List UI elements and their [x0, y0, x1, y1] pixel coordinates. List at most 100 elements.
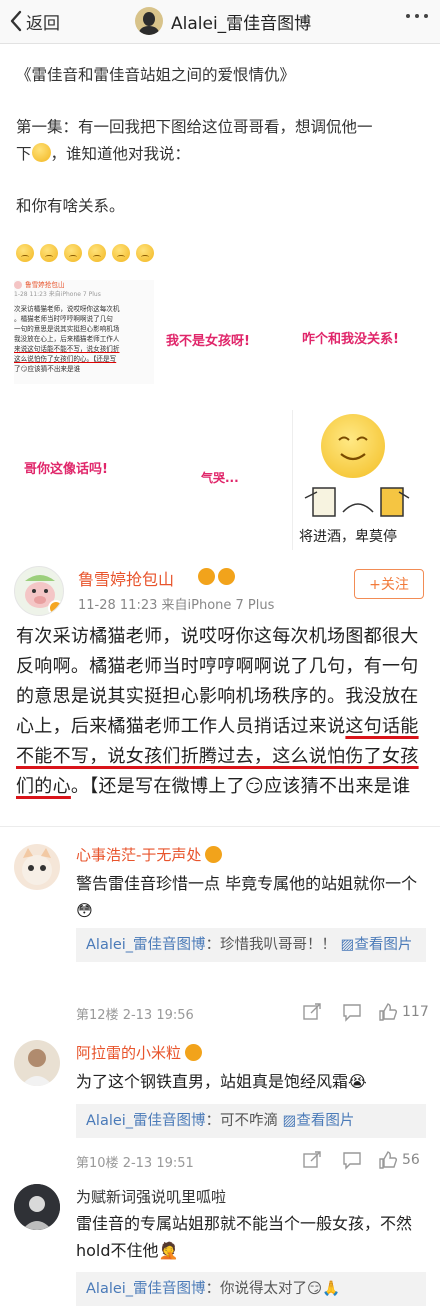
post-text-c: ，谁知道他对我说： — [50, 145, 191, 163]
comment-item: 为赋新词强说叽里呱啦 雷佳音的专属站姐那就不能当个一般女孩，不然hold不住他🤦… — [0, 1182, 440, 1308]
like-count: 56 — [402, 1152, 420, 1168]
post-body: 《雷佳音和雷佳音站姐之间的爱恨情仇》 第一集：有一回我把下图给这位哥哥看，想调侃… — [16, 62, 426, 220]
drinking-emoji-image: 将进酒，卑莫停 — [292, 410, 420, 550]
post-text-a: 第一集：有一回我把下图给这位哥哥看，想调侃他一 — [16, 118, 373, 136]
beer-glasses-icon — [304, 487, 410, 517]
shot-username: 鲁雪婷抢包山 — [25, 281, 65, 289]
view-image-label: 查看图片 — [354, 937, 413, 953]
comment-text: 警告雷佳音珍惜一点 毕竟专属他的站姐就你一个😳 — [76, 874, 418, 920]
comment-date: 第10楼 2-13 19:51 — [76, 1152, 194, 1171]
like-count: 117 — [402, 1004, 429, 1020]
screenshot-thumbnail: 鲁雪婷抢包山 1-28 11:23 来自iPhone 7 Plus 次采访橘猫老… — [14, 280, 154, 384]
meme-label: 咋个和我没关系! — [302, 332, 399, 347]
comment-footer: 第12楼 2-13 19:56 117 — [76, 1000, 429, 1026]
post-reply: 和你有啥关系。 — [16, 197, 125, 215]
smile-emoji-icon — [321, 414, 385, 478]
comment-time: 2-13 19:51 — [122, 1156, 194, 1171]
comment-footer: 第10楼 2-13 19:51 56 — [76, 1148, 426, 1174]
like-icon[interactable] — [378, 1002, 398, 1022]
comment-quote: Alalei_雷佳音图博：你说得太对了😏🙏 — [76, 1272, 426, 1306]
page-title: Alalei_雷佳音图博 — [171, 13, 312, 34]
quote-text: ：可不咋滴 — [205, 1113, 279, 1129]
shot-line: 我没放在心上，后来橘猫老师工作人 — [14, 335, 120, 343]
share-icon[interactable] — [302, 1002, 322, 1022]
shot-meta: 1-28 11:23 来自iPhone 7 Plus — [14, 291, 101, 298]
share-icon[interactable] — [302, 1150, 322, 1170]
post-paragraph: 第一集：有一回我把下图给这位哥哥看，想调侃他一 下 ，谁知道他对我说： — [16, 114, 426, 168]
username[interactable]: 鲁雪婷抢包山 — [78, 566, 174, 590]
comment-item: 阿拉雷的小米粒 为了这个钢铁直男，站姐真是饱经风霜😭 Alalei_雷佳音图博：… — [0, 1040, 440, 1171]
post-text-b: 下 — [16, 145, 32, 163]
nav-bar: 返回 Alalei_雷佳音图博 — [0, 0, 440, 44]
nav-title-group[interactable]: Alalei_雷佳音图博 — [135, 6, 311, 36]
avatar[interactable] — [14, 566, 64, 616]
comment-time: 2-13 19:56 — [122, 1008, 194, 1023]
emoji-row — [16, 244, 154, 262]
quoted-text-b: 。【还是写在微博上了😏应该猜不出来是谁 — [70, 776, 411, 797]
badge-icon — [198, 568, 215, 585]
comment-username-text: 心事浩茫-于无声处 — [76, 846, 202, 864]
avatar — [14, 281, 22, 289]
view-image-label: 查看图片 — [296, 1113, 355, 1129]
back-label: 返回 — [26, 13, 60, 34]
smile-emoji-icon — [31, 143, 51, 162]
comment-date: 第12楼 2-13 19:56 — [76, 1004, 194, 1023]
back-button[interactable]: 返回 — [10, 8, 60, 34]
comment-username[interactable]: 为赋新词强说叽里呱啦 — [76, 1186, 226, 1207]
chevron-left-icon — [10, 10, 22, 32]
shot-line: 了😏应该猜不出来是谁 — [14, 365, 81, 373]
divider — [0, 826, 440, 827]
like-icon[interactable] — [378, 1150, 398, 1170]
comment-quote: Alalei_雷佳音图博：可不咋滴 ▨查看图片 — [76, 1104, 426, 1138]
avatar[interactable] — [14, 1184, 60, 1230]
user-badges — [198, 568, 235, 585]
image-icon: ▨ — [340, 937, 355, 953]
comment-icon[interactable] — [342, 1002, 362, 1022]
comment-item: 心事浩茫-于无声处 警告雷佳音珍惜一点 毕竟专属他的站姐就你一个😳 Alalei… — [0, 838, 440, 1028]
comment-floor: 第10楼 — [76, 1156, 119, 1171]
image-icon: ▨ — [282, 1113, 297, 1129]
quote-text: ：你说得太对了😏🙏 — [205, 1281, 341, 1297]
upside-down-face-icon — [64, 244, 82, 262]
upside-down-face-icon — [136, 244, 154, 262]
comment-username-text: 阿拉雷的小米粒 — [76, 1044, 182, 1062]
meme-caption: 将进酒，卑莫停 — [299, 529, 397, 545]
shot-line: 。橘猫老师当时哼哼啊啊说了几句 — [14, 315, 113, 323]
quote-text: ：珍惜我叭哥哥！！ — [205, 937, 337, 953]
meme-label: 气哭... — [201, 471, 239, 485]
badge-icon — [185, 1044, 203, 1061]
quoted-post-text: 有次采访橘猫老师，说哎呀你这每次机场图都很大反响啊。橘猫老师当时哼哼啊啊说了几句… — [16, 622, 424, 802]
quote-username[interactable]: Alalei_雷佳音图博 — [86, 1281, 206, 1297]
upside-down-face-icon — [112, 244, 130, 262]
comment-icon[interactable] — [342, 1150, 362, 1170]
comment-username[interactable]: 阿拉雷的小米粒 — [76, 1042, 203, 1063]
badge-icon — [205, 846, 223, 863]
more-icon[interactable] — [406, 14, 428, 18]
comment-username[interactable]: 心事浩茫-于无声处 — [76, 844, 223, 865]
upside-down-face-icon — [16, 244, 34, 262]
view-image-link[interactable]: ▨查看图片 — [283, 1113, 355, 1129]
meme-label: 哥你这像话吗! — [24, 462, 108, 477]
avatar — [135, 7, 163, 35]
comment-quote: Alalei_雷佳音图博：珍惜我叭哥哥！！ ▨查看图片 — [76, 928, 426, 962]
avatar[interactable] — [14, 844, 60, 890]
upside-down-face-icon — [88, 244, 106, 262]
shot-line: 次采访橘猫老师，说哎呀你这每次机 — [14, 305, 120, 313]
quote-username[interactable]: Alalei_雷佳音图博 — [86, 937, 206, 953]
shot-line: 来说这句话能不能不写，说女孩们折 — [14, 345, 120, 353]
quoted-post: 鲁雪婷抢包山 11-28 11:23 来自iPhone 7 Plus +关注 有… — [0, 552, 440, 822]
comment-floor: 第12楼 — [76, 1008, 119, 1023]
avatar[interactable] — [14, 1040, 60, 1086]
comment-text: 雷佳音的专属站姐那就不能当个一般女孩，不然hold不住他🤦 — [76, 1214, 413, 1260]
verified-badge-icon — [48, 600, 63, 615]
shot-line: 一句的意思是说其实挺担心影响机场 — [14, 325, 120, 333]
post-meta: 11-28 11:23 来自iPhone 7 Plus — [78, 598, 275, 613]
follow-button[interactable]: +关注 — [354, 569, 424, 599]
view-image-link[interactable]: ▨查看图片 — [341, 937, 413, 953]
badge-icon — [218, 568, 235, 585]
quote-username[interactable]: Alalei_雷佳音图博 — [86, 1113, 206, 1129]
meme-label: 我不是女孩呀! — [166, 334, 250, 349]
upside-down-face-icon — [40, 244, 58, 262]
comment-text: 为了这个钢铁直男，站姐真是饱经风霜😭 — [76, 1072, 367, 1091]
post-title: 《雷佳音和雷佳音站姐之间的爱恨情仇》 — [16, 66, 296, 84]
